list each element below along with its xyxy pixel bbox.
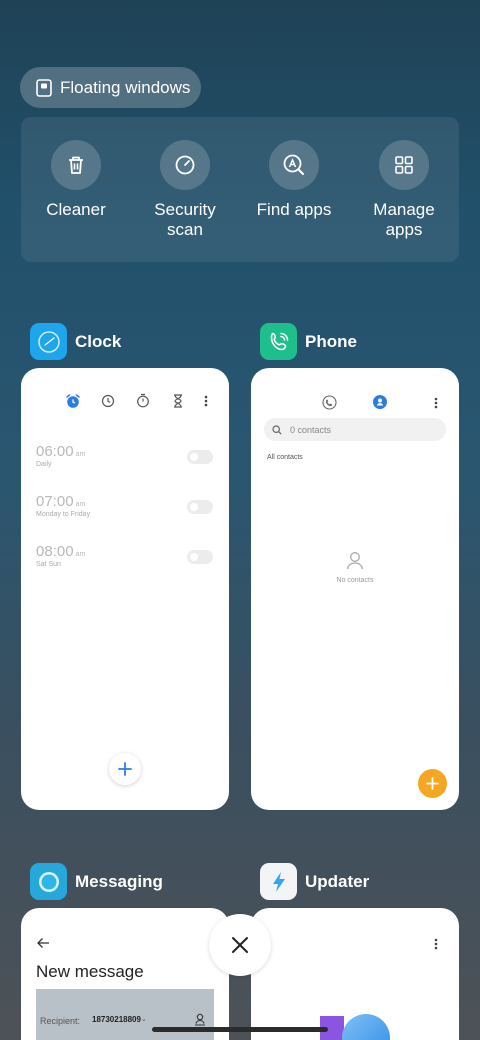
alarm-time: 06:00 bbox=[36, 443, 74, 460]
stopwatch-icon[interactable] bbox=[136, 393, 150, 408]
updater-illustration-circle bbox=[342, 1014, 390, 1040]
cleaner-button[interactable]: Cleaner bbox=[26, 140, 126, 220]
messaging-app-icon bbox=[30, 863, 67, 900]
recipient-value: 18730218809 bbox=[92, 1015, 141, 1024]
add-contact-icon[interactable] bbox=[194, 1013, 206, 1026]
alarm-ampm: am bbox=[75, 451, 86, 458]
alarm-ampm: am bbox=[75, 551, 86, 558]
alarm-time: 08:00 bbox=[36, 543, 74, 560]
chevron-down-icon[interactable]: ⌄ bbox=[141, 1015, 147, 1023]
more-options-icon[interactable] bbox=[434, 396, 438, 410]
find-apps-icon bbox=[283, 154, 304, 175]
manage-apps-button[interactable]: Manage apps bbox=[354, 140, 454, 240]
phone-icon bbox=[270, 332, 288, 350]
contacts-search-placeholder: 0 contacts bbox=[290, 424, 332, 435]
phone-app-header[interactable]: Phone bbox=[260, 323, 357, 360]
updater-app-icon bbox=[260, 863, 297, 900]
new-message-title: New message bbox=[36, 962, 144, 981]
bolt-icon bbox=[272, 871, 285, 892]
messaging-app-card[interactable]: New message Recipient: 18730218809 ⌄ bbox=[21, 908, 229, 1040]
security-scan-circle bbox=[160, 140, 210, 190]
close-all-button[interactable] bbox=[209, 914, 271, 976]
alarm-toggle[interactable] bbox=[187, 550, 213, 564]
alarm-toggle[interactable] bbox=[187, 450, 213, 464]
alarm-ampm: am bbox=[75, 501, 86, 508]
manage-apps-label: Manage apps bbox=[373, 200, 435, 239]
find-apps-label: Find apps bbox=[256, 200, 332, 219]
phone-app-name: Phone bbox=[305, 331, 357, 351]
search-icon bbox=[272, 424, 282, 435]
clock-icon bbox=[37, 330, 60, 353]
phone-app-icon bbox=[260, 323, 297, 360]
back-arrow-icon[interactable] bbox=[36, 937, 50, 949]
all-contacts-label: All contacts bbox=[267, 454, 303, 461]
plus-icon bbox=[118, 762, 132, 776]
trash-icon bbox=[69, 156, 83, 174]
home-indicator[interactable] bbox=[152, 1027, 328, 1032]
add-contact-button[interactable] bbox=[418, 769, 447, 798]
timer-icon[interactable] bbox=[172, 394, 184, 408]
updater-app-card[interactable] bbox=[251, 908, 459, 1040]
find-apps-button[interactable]: Find apps bbox=[244, 140, 344, 220]
call-log-icon[interactable] bbox=[322, 395, 337, 410]
alarm-time: 07:00 bbox=[36, 493, 74, 510]
find-apps-circle bbox=[269, 140, 319, 190]
more-options-icon[interactable] bbox=[204, 394, 208, 408]
updater-app-name: Updater bbox=[305, 871, 370, 891]
gauge-icon bbox=[175, 155, 195, 175]
clock-app-name: Clock bbox=[75, 331, 122, 351]
recipient-field[interactable]: Recipient: 18730218809 ⌄ bbox=[36, 989, 214, 1040]
clock-app-header[interactable]: Clock bbox=[30, 323, 121, 360]
quick-actions-panel: Cleaner Security scan Find apps Manage a… bbox=[21, 117, 459, 262]
messaging-icon bbox=[38, 871, 59, 892]
person-icon bbox=[346, 552, 364, 570]
security-scan-label: Security scan bbox=[154, 200, 216, 239]
contacts-search-input[interactable]: 0 contacts bbox=[264, 418, 446, 441]
phone-app-card[interactable]: 0 contacts All contacts No contacts bbox=[251, 368, 459, 810]
alarm-toggle[interactable] bbox=[187, 500, 213, 514]
no-contacts-text: No contacts bbox=[336, 577, 374, 584]
world-clock-icon[interactable] bbox=[101, 394, 115, 408]
plus-icon bbox=[426, 777, 439, 790]
contacts-tab-icon[interactable] bbox=[373, 395, 387, 409]
cleaner-label: Cleaner bbox=[46, 200, 106, 219]
floating-windows-button[interactable]: Floating windows bbox=[20, 67, 201, 108]
grid-icon bbox=[395, 156, 413, 174]
close-icon bbox=[232, 937, 248, 953]
messaging-app-name: Messaging bbox=[75, 871, 163, 891]
manage-apps-circle bbox=[379, 140, 429, 190]
clock-app-card[interactable]: 06:00 am Daily 07:00 am Monday to Friday 0… bbox=[21, 368, 229, 810]
clock-tab-bar bbox=[21, 393, 229, 411]
security-scan-button[interactable]: Security scan bbox=[135, 140, 235, 240]
updater-app-header[interactable]: Updater bbox=[260, 863, 369, 900]
floating-window-icon bbox=[36, 78, 52, 97]
add-alarm-button[interactable] bbox=[109, 753, 141, 785]
alarm-icon[interactable] bbox=[65, 393, 81, 409]
floating-windows-label: Floating windows bbox=[60, 77, 191, 97]
messaging-app-header[interactable]: Messaging bbox=[30, 863, 163, 900]
recipient-label: Recipient: bbox=[40, 1016, 81, 1026]
cleaner-circle bbox=[51, 140, 101, 190]
clock-app-icon bbox=[30, 323, 67, 360]
more-options-icon[interactable] bbox=[434, 937, 438, 951]
